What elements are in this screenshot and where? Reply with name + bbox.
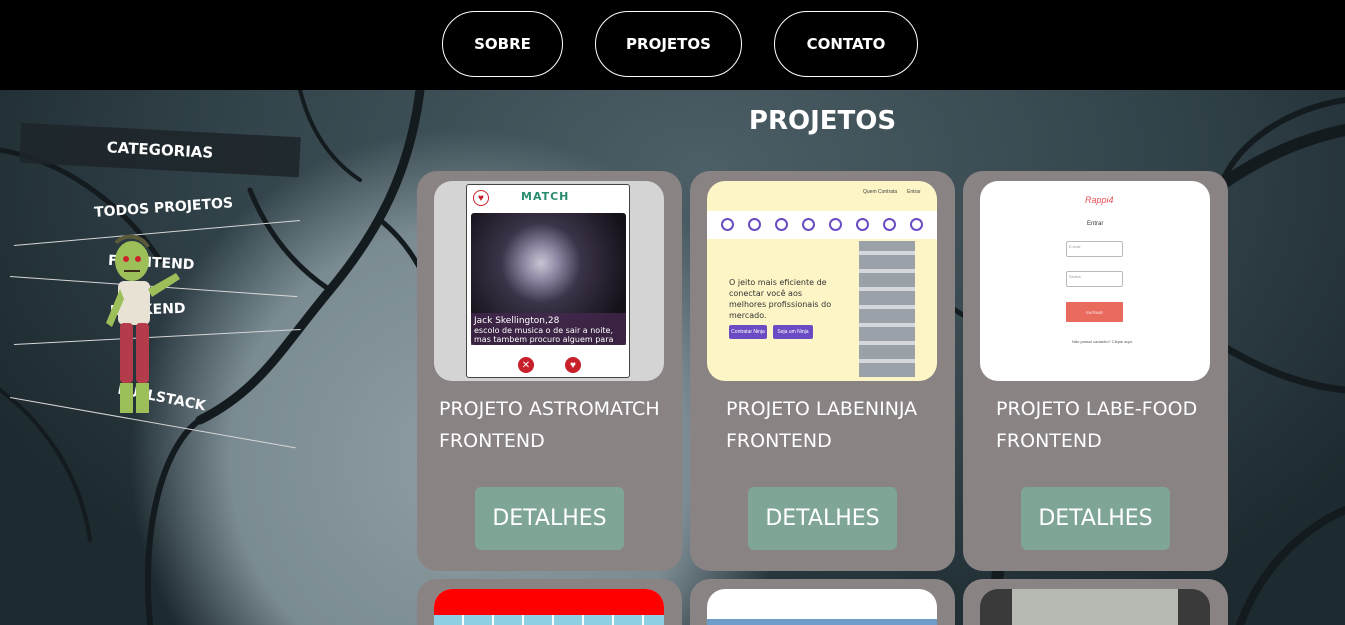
project-card-labefood: Rappi4 Entrar E-mail Senha ENTRAR Não po…: [963, 171, 1228, 571]
rappi-logo: Rappi4: [1085, 195, 1114, 205]
thumb-heading: Entrar: [1087, 221, 1104, 227]
details-button[interactable]: DETALHES: [748, 487, 897, 550]
thumb-button: Contratar Ninja: [729, 325, 767, 339]
zombie-mascot-icon: [106, 234, 180, 413]
thumb-category-bar: [707, 211, 937, 239]
category-icon: [856, 218, 869, 231]
project-thumbnail: [980, 589, 1210, 625]
project-card-labeninja: Quem Contrata Entrar O jeito mais eficie…: [690, 171, 955, 571]
close-icon: ✕: [518, 357, 534, 373]
nav-contato-button[interactable]: CONTATO: [774, 11, 918, 77]
category-icon: [802, 218, 815, 231]
profile-bio: escolo de musica o de sair a noite, mas …: [474, 326, 614, 353]
project-thumbnail: [707, 589, 937, 625]
project-thumbnail: Rappi4 Entrar E-mail Senha ENTRAR Não po…: [980, 181, 1210, 381]
thumb-nav-link: Entrar: [907, 189, 921, 195]
details-button[interactable]: DETALHES: [1021, 487, 1170, 550]
category-icon: [721, 218, 734, 231]
project-title: PROJETO LABENINJA FRONTEND: [726, 398, 918, 452]
project-card-partial: [963, 579, 1228, 625]
project-title: PROJETO LABE-FOOD FRONTEND: [996, 398, 1198, 452]
category-icon: [748, 218, 761, 231]
page-title: PROJETOS: [748, 106, 897, 136]
thumb-register-link: Não possui cadastro? Clique aqui.: [1072, 339, 1133, 344]
category-all-projects[interactable]: TODOS PROJETOS: [94, 195, 234, 221]
project-card-partial: [417, 579, 682, 625]
thumb-submit-button: ENTRAR: [1066, 302, 1123, 322]
category-icon: [883, 218, 896, 231]
nav-sobre-button[interactable]: SOBRE: [442, 11, 563, 77]
thumb-hero-text: O jeito mais eficiente de conectar você …: [729, 278, 832, 320]
heart-icon: ♥: [473, 190, 489, 206]
details-button[interactable]: DETALHES: [475, 487, 624, 550]
project-thumbnail: [434, 589, 664, 625]
category-sidebar: CATEGORIAS TODOS PROJETOS FRONTEND BACKE…: [0, 90, 340, 470]
heart-icon: ♥: [565, 357, 581, 373]
building-photo: [859, 241, 915, 377]
thumb-password-input: Senha: [1066, 271, 1123, 287]
nav-projetos-button[interactable]: PROJETOS: [595, 11, 742, 77]
project-thumbnail: Quem Contrata Entrar O jeito mais eficie…: [707, 181, 937, 381]
project-card-astromatch: ♥ MATCH Jack Skellington,28 escolo de mu…: [417, 171, 682, 571]
category-icon: [775, 218, 788, 231]
project-thumbnail: ♥ MATCH Jack Skellington,28 escolo de mu…: [434, 181, 664, 381]
top-nav: SOBRE PROJETOS CONTATO: [0, 0, 1345, 90]
category-icon: [910, 218, 923, 231]
profile-name: Jack Skellington,28: [474, 316, 560, 326]
categories-title: CATEGORIAS: [19, 122, 301, 178]
project-title: PROJETO ASTROMATCH FRONTEND: [439, 398, 660, 452]
match-logo: MATCH: [521, 190, 570, 203]
category-icon: [829, 218, 842, 231]
thumb-nav-link: Quem Contrata: [863, 189, 898, 195]
thumb-button: Seja um Ninja: [773, 325, 813, 339]
thumb-email-input: E-mail: [1066, 241, 1123, 257]
profile-caption: Jack Skellington,28 escolo de musica o d…: [471, 313, 626, 353]
project-card-partial: [690, 579, 955, 625]
